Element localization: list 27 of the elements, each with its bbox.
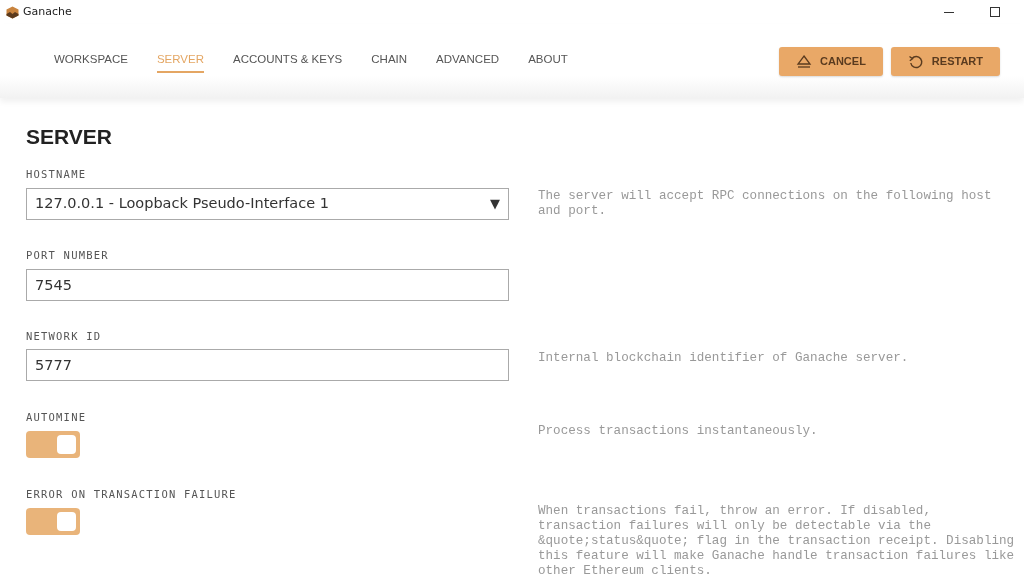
nav-tab[interactable]: ACCOUNTS & KEYS [233, 49, 343, 73]
nav-tab[interactable]: CHAIN [371, 49, 408, 73]
field-label: HOSTNAME [26, 167, 88, 183]
help-text: Process transactions instantaneously. [538, 424, 819, 440]
field-label: ERROR ON TRANSACTION FAILURE [26, 487, 238, 503]
page-heading: SERVER [26, 124, 113, 150]
nav-tab[interactable]: ABOUT [528, 49, 568, 73]
field-label: NETWORK ID [26, 328, 103, 344]
eject-icon [796, 53, 812, 69]
hostname-dropdown[interactable]: 127.0.0.1 - Loopback Pseudo-Interface 1 ▼ [26, 187, 509, 220]
input-field[interactable]: 7545 [26, 268, 509, 301]
nav-tab[interactable]: ADVANCED [436, 49, 500, 73]
field-label: PORT NUMBER [26, 247, 110, 263]
help-text: Internal blockchain identifier of Ganache server. [538, 350, 910, 366]
help-text: When transactions fail, throw an error. If disabled, transaction failures will only be detectable via the &quote;status&quote; flag in the transaction receipt. Disabling this feature will make Ganache handle transaction failures like other Ethereum clients. [538, 504, 1016, 580]
window-title: Ganache [23, 3, 72, 20]
toggle-switch[interactable] [26, 431, 80, 459]
nav-tab[interactable]: WORKSPACE [54, 49, 128, 73]
field-label: AUTOMINE [26, 410, 88, 426]
input-field[interactable]: 5777 [26, 349, 509, 382]
restart-button[interactable]: RESTART [890, 46, 1000, 76]
toggle-switch[interactable] [26, 507, 80, 535]
cancel-button[interactable]: CANCEL [779, 46, 883, 76]
maximize-icon [990, 7, 1000, 17]
restart-icon [907, 53, 924, 69]
app-logo-icon [6, 5, 19, 19]
help-text: The server will accept RPC connections on the following host and port. [538, 189, 993, 220]
